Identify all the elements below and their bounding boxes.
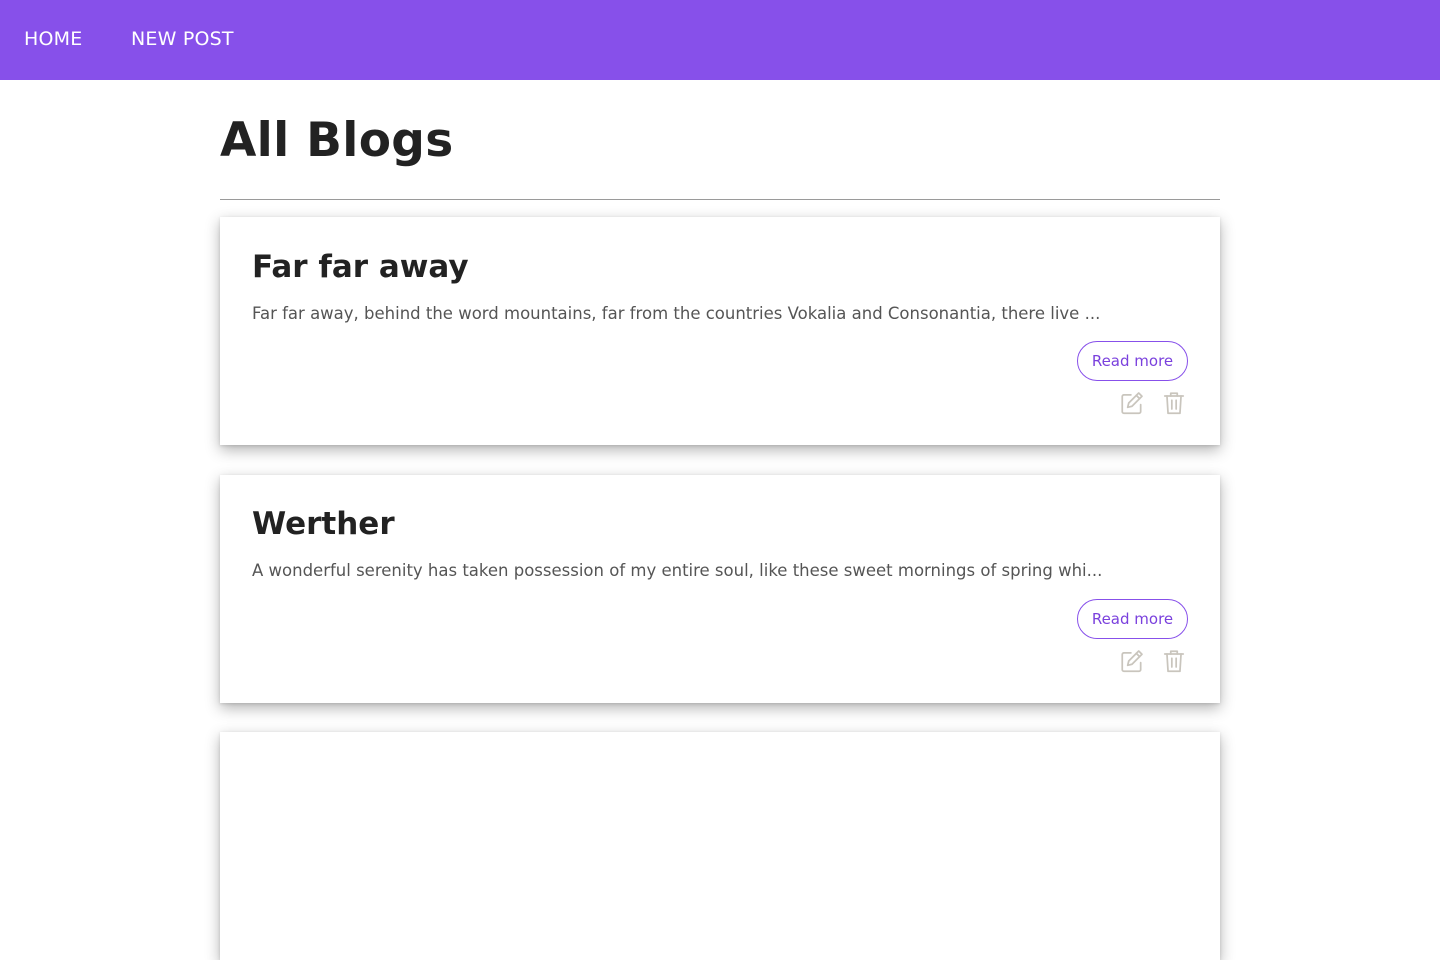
- trash-icon[interactable]: [1161, 648, 1187, 674]
- page-title: All Blogs: [220, 113, 454, 168]
- blog-card-excerpt: A wonderful serenity has taken possessio…: [252, 561, 1103, 580]
- blog-card: [220, 732, 1220, 960]
- blog-card: Far far away Far far away, behind the wo…: [220, 217, 1220, 445]
- title-divider: [220, 199, 1220, 200]
- nav-new-post-link[interactable]: NEW POST: [131, 28, 234, 50]
- read-more-button[interactable]: Read more: [1077, 599, 1188, 639]
- blog-card-title: Werther: [252, 506, 395, 542]
- edit-icon[interactable]: [1119, 648, 1145, 674]
- blog-card-title: Far far away: [252, 249, 469, 285]
- edit-icon[interactable]: [1119, 390, 1145, 416]
- trash-icon[interactable]: [1161, 390, 1187, 416]
- read-more-button[interactable]: Read more: [1077, 341, 1188, 381]
- blog-card: Werther A wonderful serenity has taken p…: [220, 475, 1220, 703]
- nav-home-link[interactable]: HOME: [24, 28, 82, 50]
- blog-card-excerpt: Far far away, behind the word mountains,…: [252, 304, 1101, 323]
- top-navbar: HOME NEW POST: [0, 0, 1440, 80]
